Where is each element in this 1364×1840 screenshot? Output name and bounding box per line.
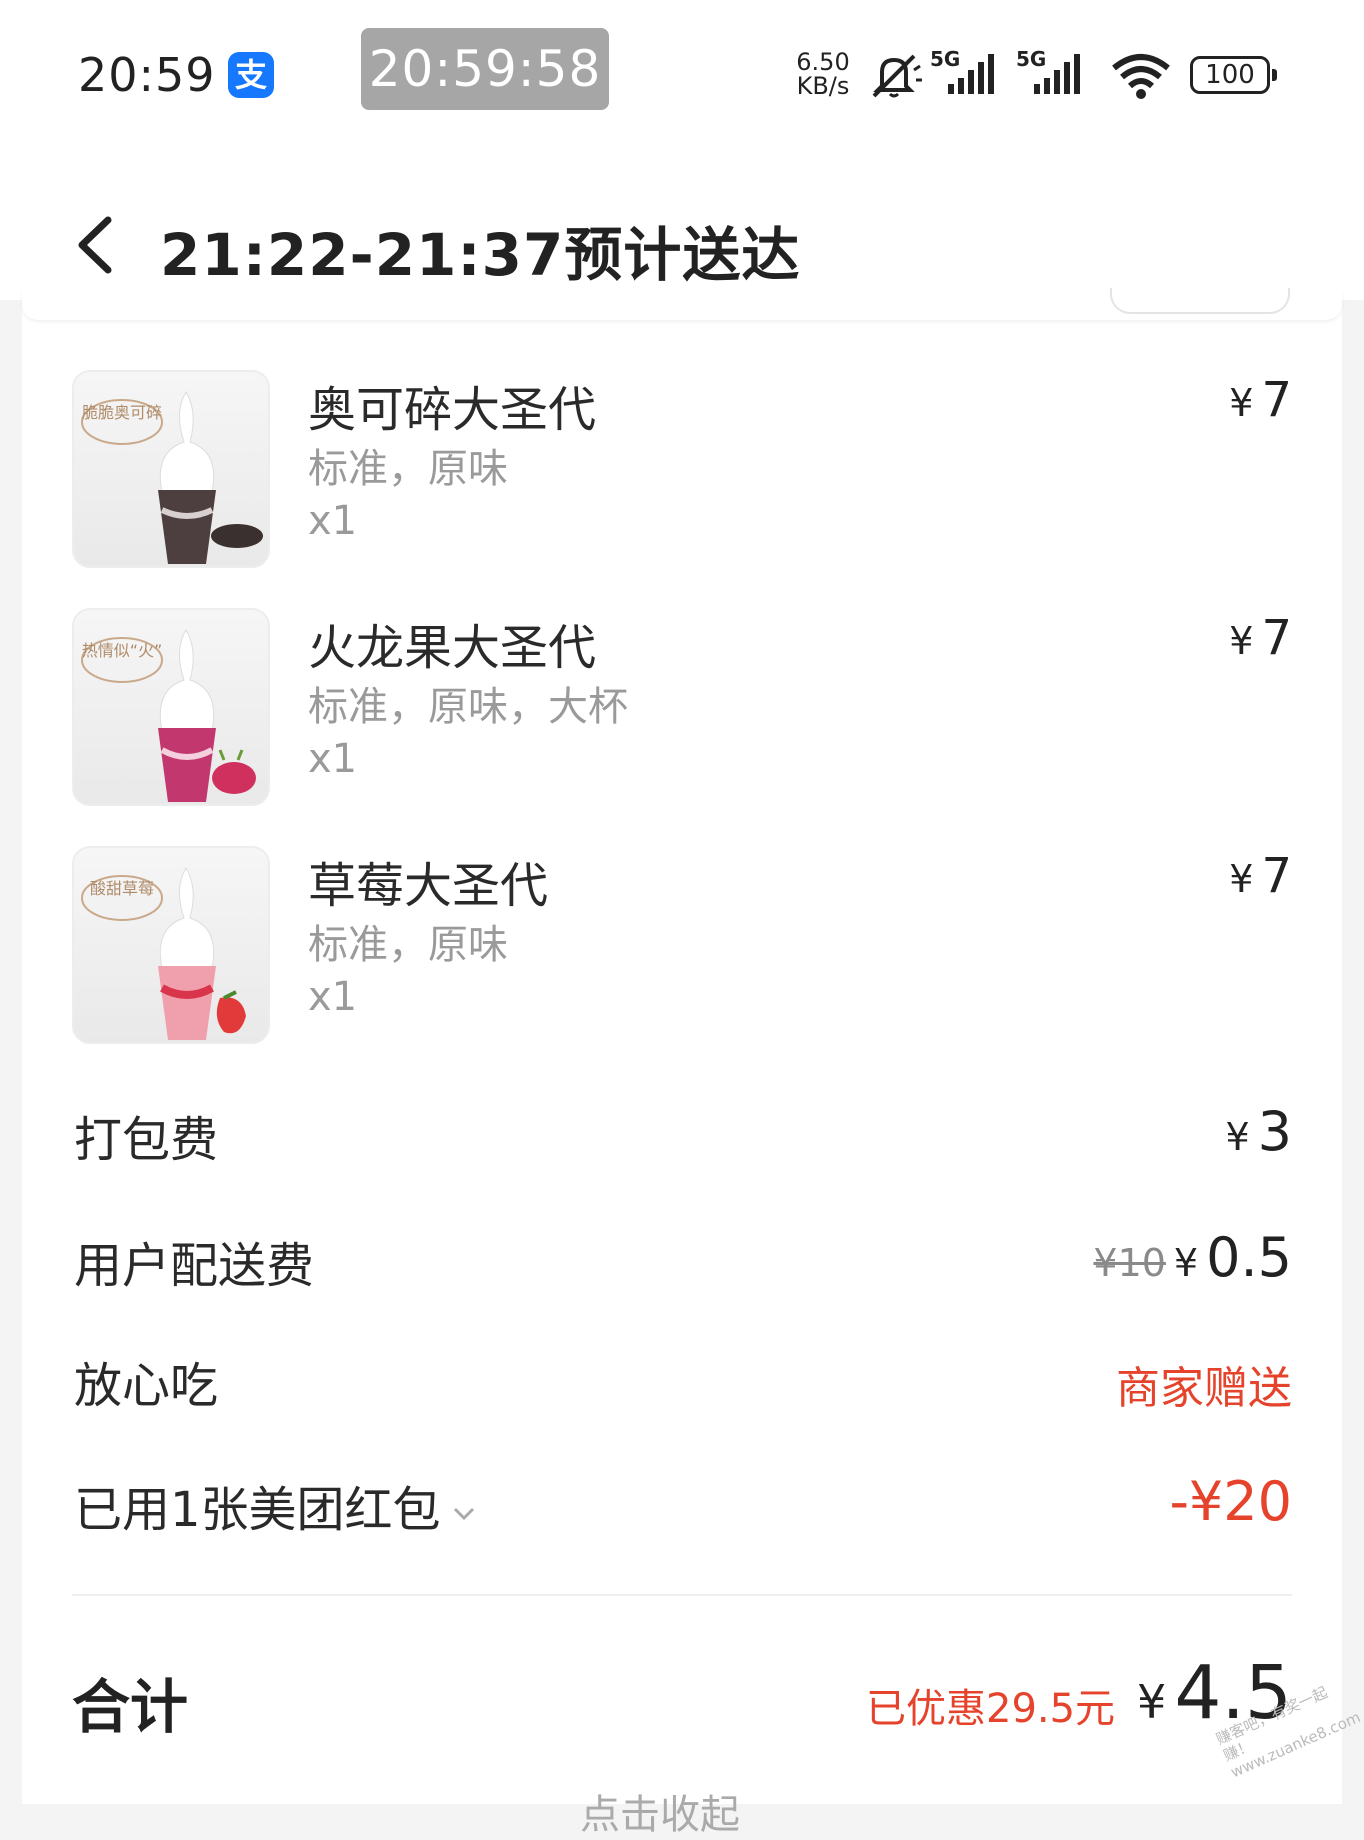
page-title: 21:22-21:37预计送达: [160, 221, 801, 289]
currency-symbol: ¥: [1229, 857, 1254, 901]
packing-fee-label: 打包费: [74, 1112, 219, 1168]
wifi-icon: [1112, 54, 1170, 99]
collapse-link[interactable]: 点击收起: [580, 1782, 740, 1840]
packing-fee-row: 打包费 ¥3: [74, 1100, 1292, 1180]
coupon-value: -¥20: [1169, 1470, 1292, 1533]
net-speed: 6.50 KB/s: [794, 50, 852, 98]
battery-icon: 100: [1190, 56, 1277, 94]
item-name: 火龙果大圣代: [308, 620, 597, 676]
item-spec: 标准，原味，大杯: [308, 684, 628, 730]
item-price: ¥7: [1229, 372, 1292, 428]
item-price: ¥7: [1229, 848, 1292, 904]
bell-muted-icon: [872, 54, 922, 98]
item-price-value: 7: [1261, 372, 1292, 428]
item-spec: 标准，原味: [308, 922, 508, 968]
item-name: 奥可碎大圣代: [308, 382, 597, 438]
item-name: 草莓大圣代: [308, 858, 549, 914]
signal-label-2: 5G: [1016, 48, 1046, 71]
item-quantity: x1: [308, 736, 358, 782]
badge-text: 酸甜草莓: [90, 879, 154, 898]
divider: [72, 1594, 1292, 1596]
net-speed-unit: KB/s: [796, 72, 850, 100]
signal-5g-icon-2: 5G: [1016, 48, 1080, 94]
alipay-icon: 支: [228, 52, 274, 98]
order-item[interactable]: 热情似“火” 火龙果大圣代 标准，原味，大杯 x1 ¥7: [72, 608, 1292, 808]
item-spec: 标准，原味: [308, 446, 508, 492]
coupon-label-wrap[interactable]: 已用1张美团红包: [74, 1470, 477, 1540]
back-arrow-icon[interactable]: [72, 210, 122, 280]
safe-eat-label: 放心吃: [74, 1358, 219, 1414]
item-quantity: x1: [308, 974, 358, 1020]
delivery-fee-value: ¥10 ¥0.5: [1093, 1226, 1292, 1289]
status-time: 20:59: [78, 48, 216, 102]
currency-symbol: ¥: [1173, 1241, 1199, 1285]
signal-label-1: 5G: [930, 48, 960, 71]
packing-fee-amount: 3: [1257, 1100, 1292, 1163]
partial-button[interactable]: [1110, 288, 1290, 314]
clock-overlay: 20:59:58: [361, 28, 609, 110]
product-thumbnail: 酸甜草莓: [72, 846, 270, 1044]
product-thumbnail: 脆脆奥可碎: [72, 370, 270, 568]
badge-text: 脆脆奥可碎: [82, 403, 162, 422]
title-bar: 21:22-21:37预计送达: [0, 150, 1364, 300]
packing-fee-value: ¥3: [1225, 1100, 1292, 1163]
item-price-value: 7: [1261, 610, 1292, 666]
discount-saved: 已优惠29.5元: [866, 1686, 1116, 1732]
delivery-fee-original: ¥10: [1093, 1241, 1166, 1285]
coupon-label: 已用1张美团红包: [74, 1482, 441, 1538]
chevron-down-icon[interactable]: [451, 1500, 477, 1526]
sundae-dragonfruit-image: 热情似“火”: [81, 629, 256, 802]
delivery-fee-label: 用户配送费: [74, 1238, 315, 1294]
currency-symbol: ¥: [1229, 619, 1254, 663]
item-quantity: x1: [308, 498, 358, 544]
status-bar: 20:59 支 20:59:58 6.50 KB/s 5G 5G 100: [0, 0, 1364, 150]
coupon-row[interactable]: 已用1张美团红包 -¥20: [74, 1470, 1292, 1550]
item-price: ¥7: [1229, 610, 1292, 666]
order-item[interactable]: 酸甜草莓 草莓大圣代 标准，原味 x1 ¥7: [72, 846, 1292, 1046]
badge-text: 热情似“火”: [82, 641, 163, 660]
sundae-oreo-image: 脆脆奥可碎: [81, 391, 263, 564]
delivery-fee-row: 用户配送费 ¥10 ¥0.5: [74, 1226, 1292, 1306]
currency-symbol: ¥: [1225, 1115, 1250, 1159]
signal-5g-icon: 5G: [930, 48, 994, 94]
currency-symbol: ¥: [1137, 1675, 1167, 1729]
product-thumbnail: 热情似“火”: [72, 608, 270, 806]
order-item[interactable]: 脆脆奥可碎 奥可碎大圣代 标准，原味 x1 ¥7: [72, 370, 1292, 570]
item-price-value: 7: [1261, 848, 1292, 904]
safe-eat-row: 放心吃 商家赠送: [74, 1346, 1292, 1426]
delivery-fee-amount: 0.5: [1206, 1226, 1292, 1289]
safe-eat-value: 商家赠送: [1116, 1363, 1292, 1414]
net-speed-value: 6.50: [796, 48, 850, 76]
sundae-strawberry-image: 酸甜草莓: [81, 867, 246, 1040]
currency-symbol: ¥: [1229, 381, 1254, 425]
total-label: 合计: [72, 1673, 189, 1741]
